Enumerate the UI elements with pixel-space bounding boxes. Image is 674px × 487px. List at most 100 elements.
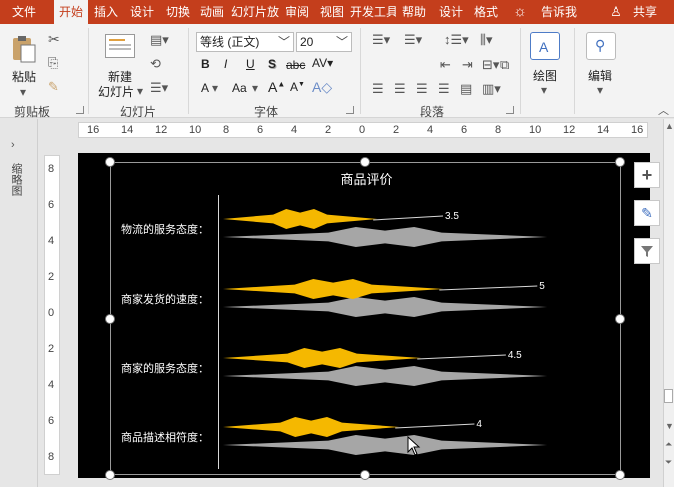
tab-help[interactable]: 帮助 [398,0,430,24]
tab-animations[interactable]: 动画 [196,0,228,24]
tell-me-box[interactable]: 告诉我 [538,0,580,24]
next-slide-icon[interactable]: ⏷ [665,457,672,468]
tab-file[interactable]: 文件 [0,0,48,24]
chart-elements-button[interactable]: + [634,162,660,188]
bar-gray[interactable] [223,435,547,455]
tab-slideshow[interactable]: 幻灯片放映 [231,0,279,24]
lightbulb-icon[interactable]: ☼ [512,0,528,24]
resize-handle[interactable] [615,470,625,480]
align-left-icon[interactable]: ☰ [372,82,384,95]
shadow-button[interactable]: S [268,58,276,70]
expand-pane-icon[interactable]: › [11,139,15,151]
chevron-down-icon[interactable]: ▾ [597,84,603,96]
cut-icon[interactable]: ✂ [48,32,60,46]
chevron-down-icon[interactable]: ▾ [212,82,218,94]
chart-styles-button[interactable]: ✎ [634,200,660,226]
strikethrough-button[interactable]: abc [286,59,305,71]
data-label[interactable]: 3.5 [445,211,459,222]
format-painter-icon[interactable]: ✎ [48,80,59,93]
italic-button[interactable]: I [224,58,227,70]
chevron-down-icon[interactable]: ▾ [137,85,143,97]
layout-icon[interactable]: ▤▾ [150,33,169,46]
vertical-scrollbar[interactable]: ▲ ▼ ⏶ ⏷ [663,119,674,487]
resize-handle[interactable] [360,157,370,167]
numbering-icon[interactable]: ☰▾ [404,33,422,46]
resize-handle[interactable] [105,157,115,167]
font-color-button[interactable]: A [201,82,209,94]
chevron-down-icon[interactable]: ﹀ [336,33,348,51]
smartart-icon[interactable]: ⧉ [500,58,509,71]
align-right-icon[interactable]: ☰ [416,82,428,95]
section-icon[interactable]: ☰▾ [150,81,168,94]
text-direction-icon[interactable]: ⫼▾ [480,33,493,46]
tab-review[interactable]: 审阅 [282,0,312,24]
tab-chart-design[interactable]: 设计 [434,0,468,24]
resize-handle[interactable] [615,157,625,167]
align-text-icon[interactable]: ⊟▾ [482,58,499,71]
tab-insert[interactable]: 插入 [90,0,122,24]
underline-button[interactable]: U [246,58,255,70]
clipboard-launcher-icon[interactable] [76,106,84,114]
data-label[interactable]: 4.5 [508,350,522,361]
tab-home[interactable]: 开始 [54,0,88,24]
resize-handle[interactable] [105,470,115,480]
decrease-indent-icon[interactable]: ⇤ [440,58,451,71]
resize-handle[interactable] [615,314,625,324]
scrollbar-thumb[interactable] [664,389,673,403]
data-label[interactable]: 5 [539,281,545,292]
tab-format[interactable]: 格式 [470,0,502,24]
bar-orange[interactable] [223,417,400,437]
thumbnail-pane-label[interactable]: 缩略图 [8,163,22,196]
bold-button[interactable]: B [201,58,210,70]
char-spacing-icon[interactable]: AV▾ [312,57,333,69]
justify-icon[interactable]: ☰ [438,82,450,95]
resize-handle[interactable] [105,314,115,324]
bar-gray[interactable] [223,366,547,386]
collapse-ribbon-icon[interactable]: ︿ [658,106,669,117]
distributed-icon[interactable]: ▤ [460,82,472,95]
font-launcher-icon[interactable] [346,106,354,114]
align-center-icon[interactable]: ☰ [394,82,406,95]
resize-handle[interactable] [360,470,370,480]
tab-view[interactable]: 视图 [316,0,348,24]
bar-orange[interactable] [223,209,378,229]
bar-orange[interactable] [223,279,444,299]
clear-format-icon[interactable]: A◇ [312,80,332,94]
chevron-down-icon[interactable]: ▾ [541,84,547,96]
drawing-button[interactable]: 绘图 [533,67,557,84]
tab-transitions[interactable]: 切换 [162,0,194,24]
reset-icon[interactable]: ⟲ [150,57,161,70]
data-label[interactable]: 4 [476,419,482,430]
paste-icon[interactable] [10,34,38,64]
user-icon[interactable]: ♙ [608,0,624,24]
chart-filters-button[interactable] [634,238,660,264]
chart-object[interactable]: 商品评价 物流的服务态度： 3.5 商家发货的速度： 5 商家的服务态度： 4.5 商品描述… [110,162,621,475]
search-icon[interactable]: ⚲ [586,32,616,60]
bar-orange[interactable] [223,348,422,368]
line-spacing-icon[interactable]: ↕☰▾ [444,33,469,46]
bullets-icon[interactable]: ☰▾ [372,33,390,46]
columns-icon[interactable]: ▥▾ [482,82,501,95]
previous-slide-icon[interactable]: ⏶ [665,439,672,450]
new-slide-icon[interactable] [105,34,135,58]
tab-developer[interactable]: 开发工具 [350,0,396,24]
bar-gray[interactable] [223,297,547,317]
grow-font-icon[interactable]: A▲ [268,80,285,94]
font-name-combo[interactable]: 等线 (正文) ﹀ [196,32,294,52]
share-button[interactable]: 共享 [628,0,662,24]
increase-indent-icon[interactable]: ⇥ [462,58,473,71]
shrink-font-icon[interactable]: A▼ [290,81,305,93]
paste-button[interactable]: 粘贴 [12,68,36,85]
copy-icon[interactable]: ⎘ [48,56,58,69]
scroll-up-icon[interactable]: ▲ [665,121,674,131]
scroll-down-icon[interactable]: ▼ [665,421,674,431]
editing-button[interactable]: 编辑 [588,67,612,84]
shapes-icon[interactable]: A [530,32,560,60]
tab-design[interactable]: 设计 [126,0,158,24]
chevron-down-icon[interactable]: ▾ [252,82,258,94]
font-size-combo[interactable]: 20 ﹀ [296,32,352,52]
chevron-down-icon[interactable]: ﹀ [278,33,290,51]
chevron-down-icon[interactable]: ▾ [20,86,26,98]
bar-gray[interactable] [223,227,547,247]
paragraph-launcher-icon[interactable] [506,106,514,114]
